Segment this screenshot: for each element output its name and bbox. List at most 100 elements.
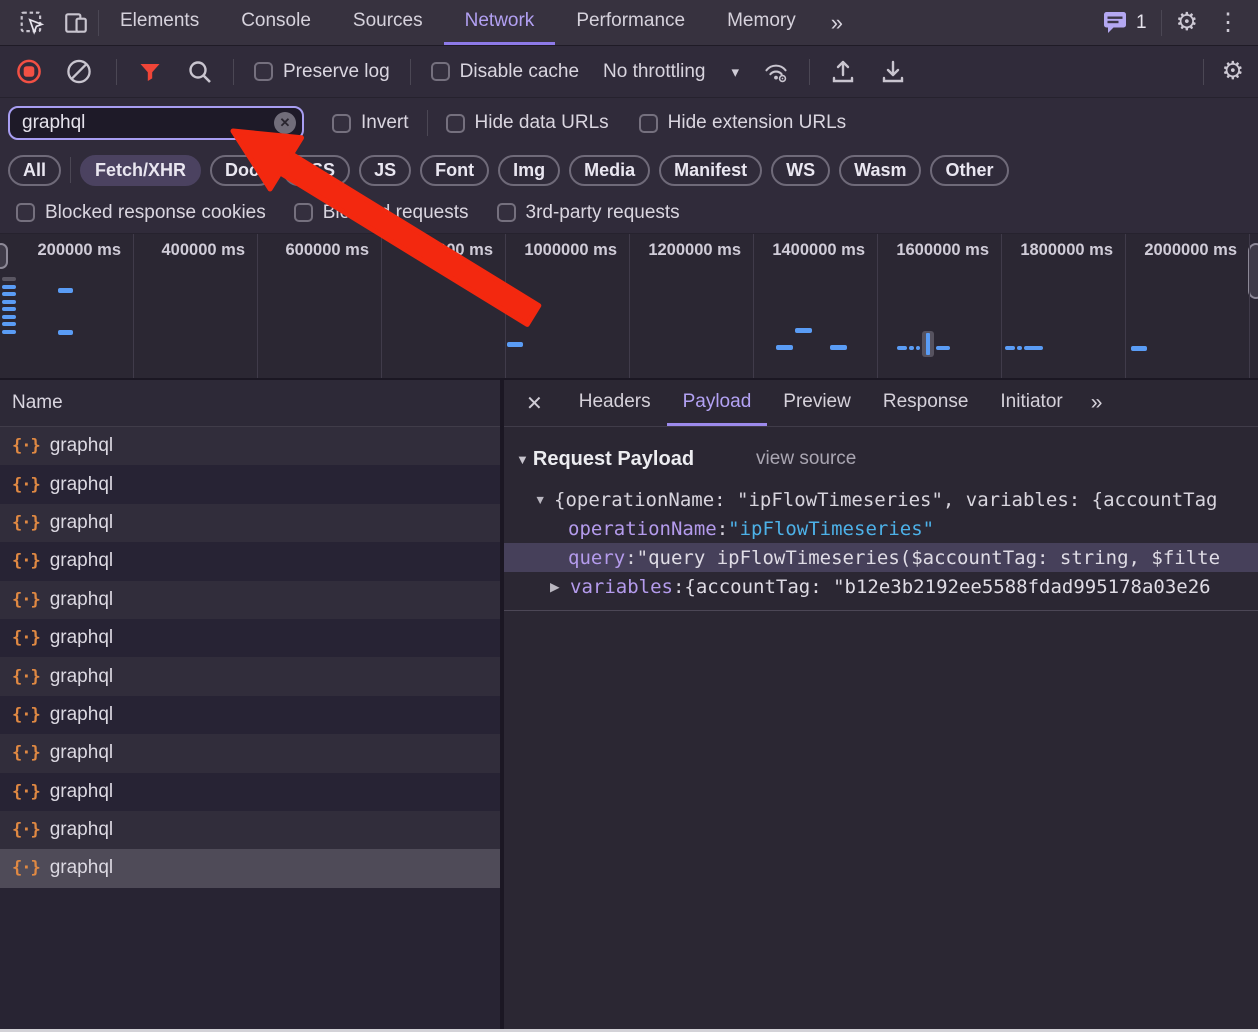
- section-collapse-icon[interactable]: ▼: [516, 452, 529, 467]
- table-row[interactable]: {·} graphql: [0, 427, 500, 466]
- chip-wasm[interactable]: Wasm: [839, 154, 922, 186]
- network-toolbar: Preserve log Disable cache No throttling…: [0, 46, 1258, 98]
- network-overview-timeline[interactable]: 200000 ms 400000 ms 600000 ms 800000 ms 1000…: [0, 234, 1258, 380]
- table-row[interactable]: {·} graphql: [0, 618, 500, 658]
- chip-media[interactable]: Media: [569, 154, 651, 186]
- export-har-icon[interactable]: [880, 59, 906, 85]
- table-row[interactable]: {·} graphql: [0, 503, 500, 543]
- payload-line[interactable]: operationName: "ipFlowTimeseries": [504, 514, 1258, 543]
- chip-doc[interactable]: Doc: [210, 154, 275, 186]
- table-row[interactable]: {·} graphql: [0, 849, 500, 888]
- tab-sources[interactable]: Sources: [332, 0, 444, 45]
- payload-line[interactable]: query: "query ipFlowTimeseries($accountT…: [504, 543, 1258, 572]
- import-har-icon[interactable]: [830, 59, 856, 85]
- fetch-xhr-icon: {·}: [12, 704, 41, 725]
- fetch-xhr-icon: {·}: [12, 628, 41, 649]
- chip-fetch-xhr[interactable]: Fetch/XHR: [80, 154, 202, 186]
- table-row[interactable]: {·} graphql: [0, 810, 500, 850]
- overview-request-bar: [916, 346, 920, 350]
- record-network-log-icon[interactable]: [16, 59, 42, 85]
- overview-request-bar: [58, 330, 73, 335]
- chip-manifest[interactable]: Manifest: [659, 154, 763, 186]
- tree-collapsed-icon[interactable]: ▶: [550, 579, 570, 594]
- throttling-select[interactable]: No throttling ▾: [603, 61, 739, 83]
- chip-font[interactable]: Font: [420, 154, 490, 186]
- blocked-response-cookies-checkbox[interactable]: [16, 203, 35, 222]
- detail-tab-headers[interactable]: Headers: [563, 380, 667, 426]
- more-tabs-chevron[interactable]: »: [817, 0, 857, 45]
- payload-tree: ▼ {operationName: "ipFlowTimeseries", var…: [504, 485, 1258, 601]
- tab-console[interactable]: Console: [220, 0, 332, 45]
- table-row[interactable]: {·} graphql: [0, 772, 500, 811]
- invert-checkbox[interactable]: [332, 113, 351, 133]
- overview-gridline: [1249, 234, 1250, 378]
- preserve-log-toggle[interactable]: Preserve log: [254, 61, 390, 83]
- settings-gear-icon[interactable]: ⚙: [1176, 10, 1198, 35]
- payload-line[interactable]: ▶ variables: {accountTag: "b12e3b2192ee55…: [504, 572, 1258, 601]
- third-party-requests-checkbox[interactable]: [496, 203, 516, 222]
- detail-tab-response[interactable]: Response: [867, 380, 985, 426]
- tab-network[interactable]: Network: [443, 0, 556, 45]
- close-detail-icon[interactable]: ✕: [504, 380, 563, 426]
- overview-selected-request-marker: [922, 331, 934, 357]
- payload-view: ▼ Request Payload view source ▼ {operatio…: [504, 427, 1258, 1032]
- table-row[interactable]: {·} graphql: [0, 734, 500, 773]
- hide-extension-urls-checkbox[interactable]: [638, 113, 658, 133]
- view-source-link[interactable]: view source: [756, 448, 856, 470]
- hide-data-urls-toggle[interactable]: Hide data URLs: [445, 112, 609, 134]
- overview-tick-label: 1000000 ms: [524, 241, 617, 259]
- detail-tab-initiator[interactable]: Initiator: [984, 380, 1078, 426]
- table-row[interactable]: {·} graphql: [0, 465, 500, 504]
- table-row[interactable]: {·} graphql: [0, 695, 500, 735]
- clear-filter-icon[interactable]: ✕: [274, 112, 296, 134]
- disable-cache-checkbox[interactable]: [430, 62, 450, 81]
- hide-data-urls-checkbox[interactable]: [445, 113, 465, 133]
- tab-performance[interactable]: Performance: [555, 0, 706, 45]
- invert-toggle[interactable]: Invert: [332, 112, 409, 134]
- filter-text-input[interactable]: [10, 112, 260, 134]
- disable-cache-label: Disable cache: [459, 60, 580, 82]
- tree-expanded-icon[interactable]: ▼: [534, 493, 554, 507]
- chip-other[interactable]: Other: [930, 154, 1009, 186]
- chip-js[interactable]: JS: [359, 154, 412, 186]
- chip-separator: [70, 157, 72, 183]
- chip-all[interactable]: All: [8, 154, 62, 186]
- detail-tab-payload[interactable]: Payload: [666, 380, 768, 426]
- tab-memory[interactable]: Memory: [706, 0, 817, 45]
- search-icon[interactable]: [187, 59, 213, 85]
- issues-counter[interactable]: 1: [1103, 11, 1147, 34]
- chip-img[interactable]: Img: [498, 154, 561, 186]
- tab-elements[interactable]: Elements: [99, 0, 220, 45]
- name-column-header[interactable]: Name: [0, 380, 500, 427]
- chip-css[interactable]: CSS: [283, 154, 351, 186]
- table-row[interactable]: {·} graphql: [0, 542, 500, 581]
- overview-tick-label: 1200000 ms: [648, 241, 741, 259]
- network-settings-gear-icon[interactable]: ⚙: [1222, 59, 1244, 84]
- payload-line[interactable]: ▼ {operationName: "ipFlowTimeseries", var…: [504, 485, 1258, 514]
- hide-extension-urls-label: Hide extension URLs: [667, 112, 847, 133]
- filter-icon[interactable]: [137, 59, 163, 85]
- network-conditions-icon[interactable]: [763, 59, 789, 85]
- clear-network-log-icon[interactable]: [66, 59, 92, 85]
- third-party-requests-toggle[interactable]: 3rd-party requests: [496, 202, 680, 224]
- detail-more-tabs-chevron[interactable]: »: [1079, 380, 1115, 426]
- detail-tab-preview[interactable]: Preview: [767, 380, 867, 426]
- blocked-response-cookies-toggle[interactable]: Blocked response cookies: [16, 202, 266, 224]
- inspect-element-icon[interactable]: [10, 0, 54, 45]
- chip-ws[interactable]: WS: [771, 154, 831, 186]
- filter-row: ✕ Invert Hide data URLs Hide extension U…: [0, 98, 1258, 148]
- payload-segment-value: "query ipFlowTimeseries($accountTag: str…: [636, 546, 1221, 569]
- overview-request-bar: [2, 315, 16, 319]
- table-row[interactable]: {·} graphql: [0, 657, 500, 696]
- kebab-menu-icon[interactable]: ⋮: [1212, 8, 1244, 37]
- device-toolbar-icon[interactable]: [54, 0, 98, 45]
- filter-input-box[interactable]: ✕: [8, 106, 304, 140]
- hide-extension-urls-toggle[interactable]: Hide extension URLs: [638, 112, 847, 134]
- panel-tabs: Elements Console Sources Network Performance…: [99, 0, 817, 45]
- overview-tick-label: 1800000 ms: [1020, 241, 1113, 259]
- preserve-log-checkbox[interactable]: [254, 62, 273, 81]
- blocked-requests-toggle[interactable]: Blocked requests: [293, 202, 469, 224]
- blocked-requests-checkbox[interactable]: [293, 203, 313, 222]
- table-row[interactable]: {·} graphql: [0, 580, 500, 619]
- disable-cache-toggle[interactable]: Disable cache: [430, 60, 580, 83]
